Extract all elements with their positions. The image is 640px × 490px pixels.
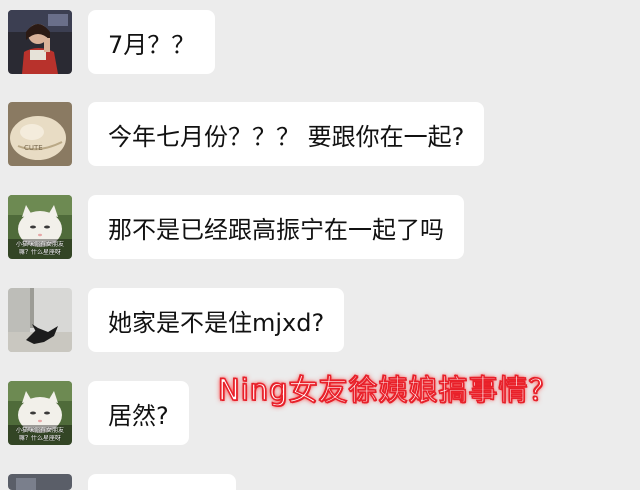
avatar-caption: 小猫咪你有女朋友 — [15, 427, 64, 434]
message-text: 7月？？ — [108, 30, 196, 59]
partial-avatar[interactable] — [8, 474, 72, 490]
message-text: 她家是不是住mjxd? — [108, 308, 325, 337]
message-text: 居然? — [108, 401, 169, 430]
cat-meme-avatar[interactable]: 小猫咪你有女朋友 嘛？什么星座呀 — [8, 381, 72, 445]
message-bubble[interactable]: 今年七月份？？？ 要跟你在一起? — [88, 102, 485, 166]
message-bubble[interactable]: 居然? — [88, 381, 189, 445]
cat-on-floor-avatar[interactable] — [8, 288, 72, 352]
svg-text:CUTE: CUTE — [24, 144, 43, 152]
video-overlay-caption: Ning女友徐姨娘搞事情？ — [217, 372, 559, 408]
partial-message-bubble[interactable] — [88, 474, 236, 490]
cat-meme-avatar[interactable]: 小猫咪你有女朋友 嘛？什么星座呀 — [8, 195, 72, 259]
message-bubble[interactable]: 她家是不是住mjxd? — [88, 288, 345, 352]
sack-photo-avatar[interactable]: CUTE — [8, 102, 72, 166]
person-photo-avatar[interactable] — [8, 10, 72, 74]
message-text: 那不是已经跟高振宁在一起了吗 — [108, 215, 444, 244]
avatar-caption: 嘛？什么星座呀 — [18, 249, 61, 256]
message-bubble[interactable]: 那不是已经跟高振宁在一起了吗 — [88, 195, 464, 259]
message-text: 今年七月份？？？ 要跟你在一起? — [108, 122, 465, 151]
avatar-caption: 嘛？什么星座呀 — [18, 435, 61, 442]
message-bubble[interactable]: 7月？？ — [88, 10, 216, 74]
chat-conversation: 7月？？ CUTE 今年七月份？？？ 要跟你在一起? 小猫咪你有女朋友 嘛？什么… — [0, 0, 640, 490]
avatar-caption: 小猫咪你有女朋友 — [15, 241, 64, 248]
